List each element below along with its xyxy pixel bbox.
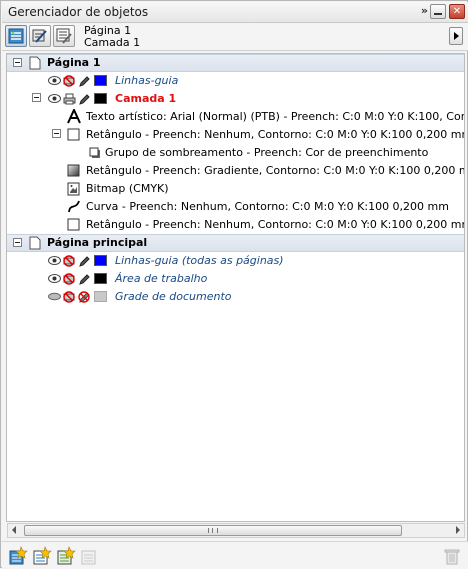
grip-icon bbox=[208, 528, 218, 533]
collapse-toggle-icon[interactable] bbox=[13, 238, 22, 247]
tree-row-label: Camada 1 bbox=[115, 92, 177, 105]
tree-row-layer[interactable]: Grade de documento bbox=[7, 288, 464, 306]
tree-row-object[interactable]: Retângulo - Preench: Gradiente, Contorno… bbox=[7, 162, 465, 180]
scrollbar-thumb[interactable] bbox=[24, 525, 402, 536]
tree-row-label: Retângulo - Preench: Nenhum, Contorno: C… bbox=[86, 218, 465, 231]
visibility-eye-icon bbox=[48, 274, 61, 283]
tree-row-layer[interactable]: Área de trabalho bbox=[7, 270, 464, 288]
panel-title: Gerenciador de objetos bbox=[8, 5, 149, 19]
object-manager-panel: Gerenciador de objetos » ✕ Página 1 Cama… bbox=[0, 0, 468, 569]
shadow-group-icon bbox=[89, 147, 100, 158]
tree-row-label: Página 1 bbox=[47, 56, 101, 69]
printer-disabled-icon bbox=[63, 255, 75, 267]
horizontal-scrollbar[interactable] bbox=[7, 523, 465, 538]
new-master-layer-icon bbox=[33, 546, 52, 565]
layer-color-swatch[interactable] bbox=[94, 255, 107, 266]
pencil-icon bbox=[79, 274, 90, 285]
tree-row-label: Grade de documento bbox=[115, 290, 232, 303]
tree-row-label: Retângulo - Preench: Nenhum, Contorno: C… bbox=[86, 128, 465, 141]
expand-chevron-icon[interactable]: » bbox=[421, 4, 428, 17]
pencil-icon bbox=[79, 76, 90, 87]
collapse-toggle-icon[interactable] bbox=[13, 58, 22, 67]
tree-row-layer-active[interactable]: Camada 1 bbox=[7, 90, 464, 108]
tree-row-label: Linhas-guia (todas as páginas) bbox=[115, 254, 284, 267]
page-icon bbox=[29, 56, 41, 70]
tree-row-object[interactable]: Texto artístico: Arial (Normal) (PTB) - … bbox=[7, 108, 465, 126]
new-layer-icon bbox=[9, 546, 28, 565]
tree-row-label: Bitmap (CMYK) bbox=[86, 182, 169, 195]
tree-row-label: Retângulo - Preench: Gradiente, Contorno… bbox=[86, 164, 465, 177]
text-icon bbox=[67, 109, 81, 124]
tree-row-layer[interactable]: Linhas-guia (todas as páginas) bbox=[7, 252, 464, 270]
minimize-button[interactable] bbox=[430, 4, 446, 19]
title-bar: Gerenciador de objetos » ✕ bbox=[2, 2, 468, 23]
trash-icon bbox=[444, 549, 460, 565]
tree-row-label: Área de trabalho bbox=[115, 272, 208, 285]
layer-color-swatch[interactable] bbox=[94, 75, 107, 86]
curve-icon bbox=[68, 200, 80, 213]
new-master-layer-odd-icon bbox=[81, 550, 96, 565]
current-layer-name: Camada 1 bbox=[84, 36, 141, 49]
printer-disabled-icon bbox=[63, 75, 75, 87]
flyout-menu-button[interactable] bbox=[449, 27, 463, 45]
new-layer-button[interactable] bbox=[8, 546, 28, 566]
tree-row-object[interactable]: Retângulo - Preench: Nenhum, Contorno: C… bbox=[7, 216, 465, 234]
layer-manager-view-button[interactable] bbox=[53, 25, 75, 47]
rectangle-icon bbox=[67, 218, 80, 231]
object-properties-icon bbox=[8, 28, 24, 44]
visibility-hidden-icon bbox=[48, 292, 61, 301]
object-tree: Página 1 Linhas-guia Camada 1 Texto artí… bbox=[6, 53, 465, 522]
tree-row-label: Página principal bbox=[47, 236, 148, 249]
bottom-toolbar bbox=[2, 541, 468, 569]
tree-row-object[interactable]: Retângulo - Preench: Nenhum, Contorno: C… bbox=[7, 126, 465, 144]
new-master-layer-button[interactable] bbox=[32, 546, 52, 566]
visibility-eye-icon bbox=[48, 76, 61, 85]
collapse-toggle-icon[interactable] bbox=[32, 93, 41, 102]
show-object-properties-button[interactable] bbox=[5, 25, 27, 47]
new-master-layer-all-icon bbox=[57, 546, 76, 565]
current-page-info: Página 1 Camada 1 bbox=[84, 25, 140, 49]
pencil-disabled-icon bbox=[78, 291, 90, 303]
tree-row-object[interactable]: Grupo de sombreamento - Preench: Cor de … bbox=[7, 144, 464, 162]
gradient-rectangle-icon bbox=[67, 164, 80, 177]
visibility-eye-icon bbox=[48, 256, 61, 265]
edit-across-layers-button[interactable] bbox=[29, 25, 51, 47]
tree-row-object[interactable]: Curva - Preench: Nenhum, Contorno: C:0 M… bbox=[7, 198, 464, 216]
tree-row-label: Texto artístico: Arial (Normal) (PTB) - … bbox=[86, 110, 465, 123]
pencil-icon bbox=[79, 256, 90, 267]
scroll-right-arrow-icon[interactable] bbox=[456, 526, 460, 534]
top-toolbar: Página 1 Camada 1 bbox=[2, 23, 468, 51]
printer-icon bbox=[63, 93, 76, 105]
bitmap-icon bbox=[67, 182, 80, 196]
rectangle-icon bbox=[67, 128, 80, 141]
tree-row-label: Curva - Preench: Nenhum, Contorno: C:0 M… bbox=[86, 200, 449, 213]
edit-layers-icon bbox=[32, 29, 47, 43]
tree-row-layer[interactable]: Linhas-guia bbox=[7, 72, 464, 90]
tree-row-label: Linhas-guia bbox=[115, 74, 179, 87]
new-master-layer-odd-button[interactable] bbox=[80, 546, 100, 566]
pencil-icon bbox=[79, 94, 90, 105]
scroll-left-arrow-icon[interactable] bbox=[12, 526, 16, 534]
layer-color-swatch[interactable] bbox=[94, 291, 107, 302]
collapse-toggle-icon[interactable] bbox=[52, 129, 61, 138]
layer-manager-icon bbox=[56, 28, 72, 44]
layer-color-swatch[interactable] bbox=[94, 273, 107, 284]
visibility-eye-icon bbox=[48, 94, 61, 103]
printer-disabled-icon bbox=[63, 273, 75, 285]
close-button[interactable]: ✕ bbox=[449, 4, 465, 19]
tree-row-label: Grupo de sombreamento - Preench: Cor de … bbox=[105, 146, 429, 159]
printer-disabled-icon bbox=[63, 291, 75, 303]
layer-color-swatch[interactable] bbox=[94, 93, 107, 104]
new-master-layer-all-pages-button[interactable] bbox=[56, 546, 76, 566]
page-icon bbox=[29, 236, 41, 250]
tree-row-page[interactable]: Página 1 bbox=[7, 54, 464, 72]
tree-row-object[interactable]: Bitmap (CMYK) bbox=[7, 180, 464, 198]
delete-button[interactable] bbox=[442, 546, 462, 566]
tree-row-master-page[interactable]: Página principal bbox=[7, 234, 464, 252]
